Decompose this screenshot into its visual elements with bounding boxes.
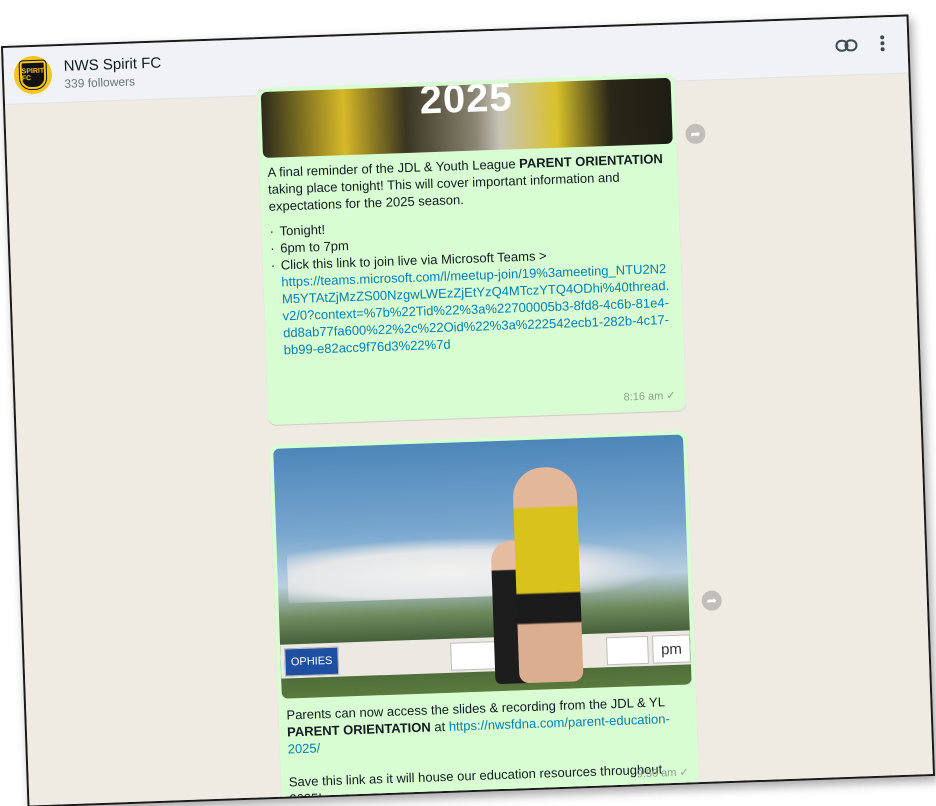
check-icon: ✓ (666, 389, 676, 403)
club-crest-icon: SPIRIT FC (19, 60, 47, 90)
whatsapp-channel-window: SPIRIT FC NWS Spirit FC 339 followers 20… (0, 14, 936, 806)
photo-clouds (286, 530, 669, 604)
message-time: 8:16 am (623, 390, 664, 404)
link-icon[interactable] (835, 36, 858, 58)
forward-icon[interactable]: ➦ (685, 123, 706, 145)
channel-name: NWS Spirit FC (63, 54, 162, 75)
more-vertical-icon[interactable] (879, 34, 886, 57)
message-text: Parents can now access the slides & reco… (286, 693, 689, 806)
message-bold-text: PARENT ORIENTATION (286, 719, 431, 740)
message-time: 9:56 am (636, 766, 677, 781)
follower-count: 339 followers (64, 73, 136, 91)
photo-sign (450, 641, 500, 671)
photo-player-figure (512, 466, 584, 684)
message-image-players-photo[interactable]: OPHIES pm (273, 434, 692, 699)
message-image-2025-banner[interactable]: 2025 (260, 77, 673, 158)
photo-sign (605, 635, 649, 666)
photo-sign: OPHIES (284, 646, 340, 677)
message-mid: at (430, 718, 450, 735)
screenshot-stage: SPIRIT FC NWS Spirit FC 339 followers 20… (0, 0, 936, 806)
message-meta: 9:56 am ✓ (636, 765, 689, 784)
message-text: A final reminder of the JDL & Youth Leag… (267, 150, 674, 359)
header-actions (835, 34, 886, 59)
forward-icon[interactable]: ➦ (701, 590, 723, 611)
photo-sign: pm (651, 634, 691, 664)
link-icon-svg (835, 38, 858, 52)
check-icon: ✓ (679, 766, 689, 779)
message-meta: 8:16 am ✓ (623, 388, 676, 407)
more-vertical-svg (880, 34, 885, 51)
teams-meeting-link[interactable]: https://teams.microsoft.com/l/meetup-joi… (271, 260, 674, 359)
message-bubble-slides-recording: OPHIES pm Parents can now access the sli… (269, 430, 700, 806)
message-bubble-orientation-reminder: 2025 A final reminder of the JDL & Youth… (256, 73, 687, 425)
message-bold-text: PARENT ORIENTATION (518, 151, 664, 172)
chat-panel[interactable]: 2025 A final reminder of the JDL & Youth… (5, 73, 933, 806)
channel-avatar[interactable]: SPIRIT FC (13, 55, 53, 95)
channel-title-block[interactable]: NWS Spirit FC 339 followers (63, 54, 162, 90)
banner-year-text: 2025 (418, 77, 514, 123)
